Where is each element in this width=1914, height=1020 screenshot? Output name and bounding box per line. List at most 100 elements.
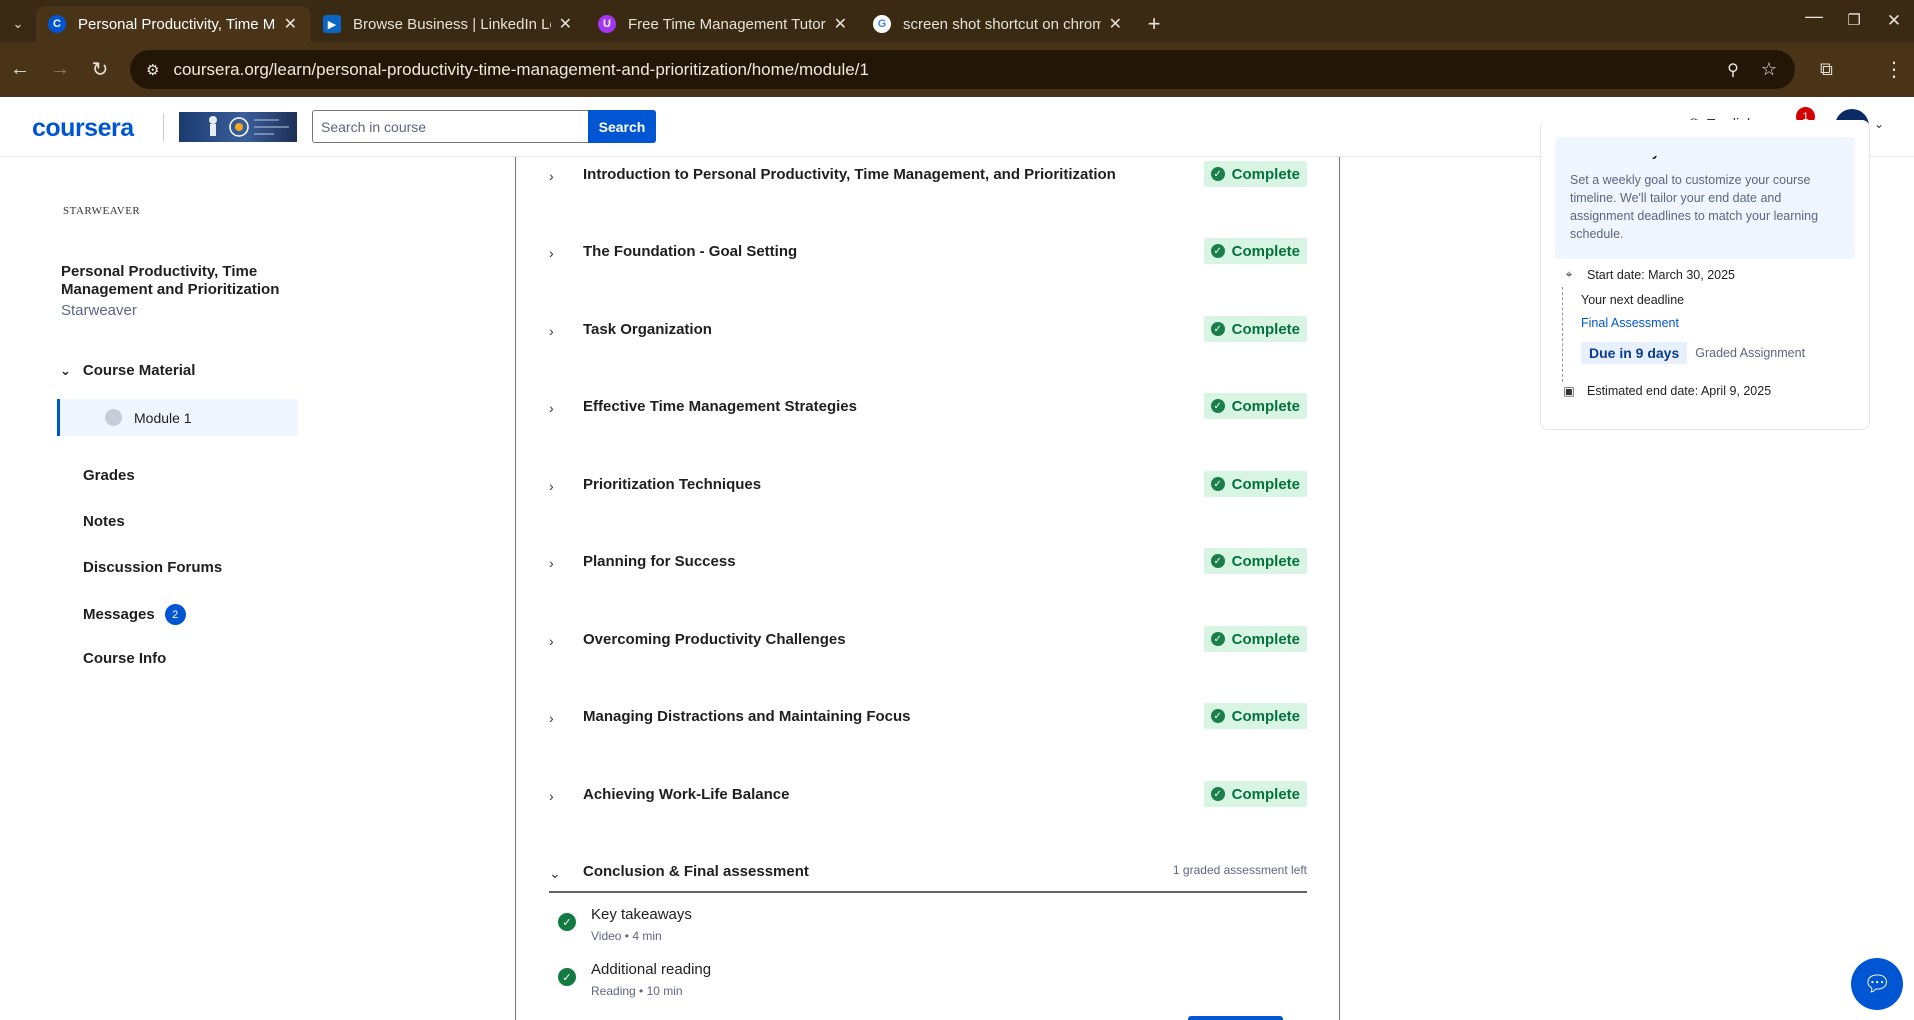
restore-icon[interactable]: ❐ xyxy=(1834,6,1874,42)
calendar-icon: ▣ xyxy=(1563,384,1575,398)
close-tab-icon[interactable]: ✕ xyxy=(834,14,847,34)
final-assessment-link[interactable]: Final Assessment xyxy=(1581,316,1679,330)
lesson-row[interactable]: › Task Organization ✓ Complete xyxy=(549,316,1307,342)
close-tab-icon[interactable]: ✕ xyxy=(1109,14,1122,34)
tab-list-dropdown-icon[interactable]: ⌄ xyxy=(0,6,36,42)
status-badge: ✓ Complete xyxy=(1203,238,1307,264)
chat-button[interactable]: 💬︎ xyxy=(1851,958,1903,1010)
browser-menu-icon[interactable]: ⋮ xyxy=(1884,57,1904,82)
sidebar-item-grades[interactable]: Grades xyxy=(83,467,135,484)
chevron-right-icon: › xyxy=(549,323,554,339)
forward-icon[interactable]: → xyxy=(40,58,80,81)
bookmark-star-icon[interactable]: ☆ xyxy=(1761,59,1777,80)
lesson-row[interactable]: › Managing Distractions and Maintaining … xyxy=(549,703,1307,729)
sidebar-item-notes[interactable]: Notes xyxy=(83,513,125,530)
tab-title: screen shot shortcut on chrome xyxy=(903,15,1101,33)
lesson-row[interactable]: › Effective Time Management Strategies ✓… xyxy=(549,393,1307,419)
back-icon[interactable]: ← xyxy=(0,58,40,81)
check-icon: ✓ xyxy=(1210,322,1225,336)
sidebar-item-messages[interactable]: Messages 2 xyxy=(83,604,186,625)
linkedin-learning-favicon-icon: ▶ xyxy=(323,15,341,33)
zoom-icon[interactable]: ⚲ xyxy=(1727,60,1739,80)
url-text: coursera.org/learn/personal-productivity… xyxy=(173,59,869,79)
course-provider: Starweaver xyxy=(61,302,137,319)
address-bar[interactable]: ⚙ coursera.org/learn/personal-productivi… xyxy=(130,50,1795,89)
check-icon: ✓ xyxy=(1210,554,1225,568)
progress-circle-icon xyxy=(105,409,122,426)
tab-title: Personal Productivity, Time Ma xyxy=(78,15,276,33)
banner-figure-icon xyxy=(209,116,289,137)
start-date: ⌖ Start date: March 30, 2025 xyxy=(1563,267,1735,282)
lesson-title: Managing Distractions and Maintaining Fo… xyxy=(583,708,911,725)
section-title: Conclusion & Final assessment xyxy=(583,863,809,880)
item-meta: Reading • 10 min xyxy=(591,984,683,998)
sidebar-item-label: Course Info xyxy=(83,650,167,667)
tab-title: Free Time Management Tutoria xyxy=(628,15,826,33)
module-content: › Introduction to Personal Productivity,… xyxy=(515,157,1340,1020)
assignment-type: Graded Assignment xyxy=(1695,346,1806,360)
close-window-icon[interactable]: ✕ xyxy=(1874,6,1914,42)
start-date-text: Start date: March 30, 2025 xyxy=(1587,267,1736,282)
account-chevron-down-icon[interactable]: ⌄ xyxy=(1874,117,1884,131)
section-divider xyxy=(549,891,1307,893)
lesson-row[interactable]: › Introduction to Personal Productivity,… xyxy=(549,161,1307,187)
browser-tab-linkedin[interactable]: ▶ Browse Business | LinkedIn Lea ✕ xyxy=(311,6,586,42)
sidebar-item-discussion-forums[interactable]: Discussion Forums xyxy=(83,559,222,576)
lesson-title: Effective Time Management Strategies xyxy=(583,398,857,415)
graded-assessment-info: 1 graded assessment left xyxy=(1172,863,1307,877)
chevron-right-icon: › xyxy=(549,710,554,726)
personalize-description: Set a weekly goal to customize your cour… xyxy=(1570,173,1819,241)
messages-count-badge: 2 xyxy=(164,604,186,625)
sidebar-item-course-info[interactable]: Course Info xyxy=(83,650,166,667)
status-badge: ✓ Complete xyxy=(1203,626,1307,652)
chevron-down-icon: ⌄ xyxy=(60,362,71,378)
check-icon: ✓ xyxy=(1210,709,1225,723)
chevron-right-icon: › xyxy=(549,245,554,261)
check-icon: ✓ xyxy=(1210,167,1225,181)
browser-toolbar: ← → ↻ ⚙ coursera.org/learn/personal-prod… xyxy=(0,42,1914,97)
new-tab-icon[interactable]: + xyxy=(1136,6,1172,42)
chevron-right-icon: › xyxy=(549,168,554,184)
sidebar-item-label: Messages xyxy=(83,606,155,623)
status-badge: ✓ Complete xyxy=(1203,781,1307,807)
udemy-favicon-icon: U xyxy=(598,15,616,33)
coursera-logo[interactable]: coursera xyxy=(32,114,134,143)
next-deadline-label: Your next deadline xyxy=(1581,293,1684,307)
chevron-right-icon: › xyxy=(549,788,554,804)
status-badge: ✓ Complete xyxy=(1203,703,1307,729)
course-material-label: Course Material xyxy=(82,362,196,379)
final-section-header[interactable]: ⌄ Conclusion & Final assessment 1 graded… xyxy=(549,863,1307,882)
status-badge: ✓ Complete xyxy=(1203,316,1307,342)
due-info: Due in 9 days Graded Assignment xyxy=(1581,342,1805,364)
browser-tab-google[interactable]: G screen shot shortcut on chrome ✕ xyxy=(861,6,1136,42)
browser-tab-udemy[interactable]: U Free Time Management Tutoria ✕ xyxy=(586,6,861,42)
lesson-title: The Foundation - Goal Setting xyxy=(583,243,798,260)
lesson-row[interactable]: › Overcoming Productivity Challenges ✓ Co… xyxy=(549,626,1307,652)
list-item[interactable]: ✓ Key takeaways Video • 4 min xyxy=(558,906,692,943)
course-material-toggle[interactable]: ⌄ Course Material xyxy=(60,362,195,379)
status-badge: ✓ Complete xyxy=(1203,548,1307,574)
minimize-icon[interactable]: — xyxy=(1794,6,1834,42)
chat-bubble-icon: 💬︎ xyxy=(1863,971,1891,996)
coursera-favicon-icon: C xyxy=(48,15,66,33)
partial-button[interactable] xyxy=(1188,1016,1283,1020)
check-icon: ✓ xyxy=(1210,632,1225,646)
site-info-icon[interactable]: ⚙ xyxy=(146,61,159,79)
close-tab-icon[interactable]: ✕ xyxy=(559,14,572,34)
course-sidebar: STARWEAVER Personal Productivity, Time M… xyxy=(0,157,300,1020)
extensions-icon[interactable]: ⧉ xyxy=(1820,59,1833,80)
sidebar-item-module-1[interactable]: Module 1 xyxy=(57,399,298,436)
course-title[interactable]: Personal Productivity, Time Management a… xyxy=(61,263,281,299)
lesson-row[interactable]: › Achieving Work-Life Balance ✓ Complete xyxy=(549,781,1307,807)
list-item[interactable]: ✓ Additional reading Reading • 10 min xyxy=(558,961,711,998)
browser-tab-coursera[interactable]: C Personal Productivity, Time Ma ✕ xyxy=(36,6,311,42)
lesson-row[interactable]: › Prioritization Techniques ✓ Complete xyxy=(549,471,1307,497)
module-label: Module 1 xyxy=(134,409,192,426)
search-button[interactable]: Search xyxy=(588,110,656,143)
check-icon: ✓ xyxy=(1210,477,1225,491)
reload-icon[interactable]: ↻ xyxy=(80,57,120,82)
lesson-row[interactable]: › Planning for Success ✓ Complete xyxy=(549,548,1307,574)
lesson-row[interactable]: › The Foundation - Goal Setting ✓ Complet… xyxy=(549,238,1307,264)
close-tab-icon[interactable]: ✕ xyxy=(284,14,297,34)
header-divider xyxy=(163,113,164,141)
